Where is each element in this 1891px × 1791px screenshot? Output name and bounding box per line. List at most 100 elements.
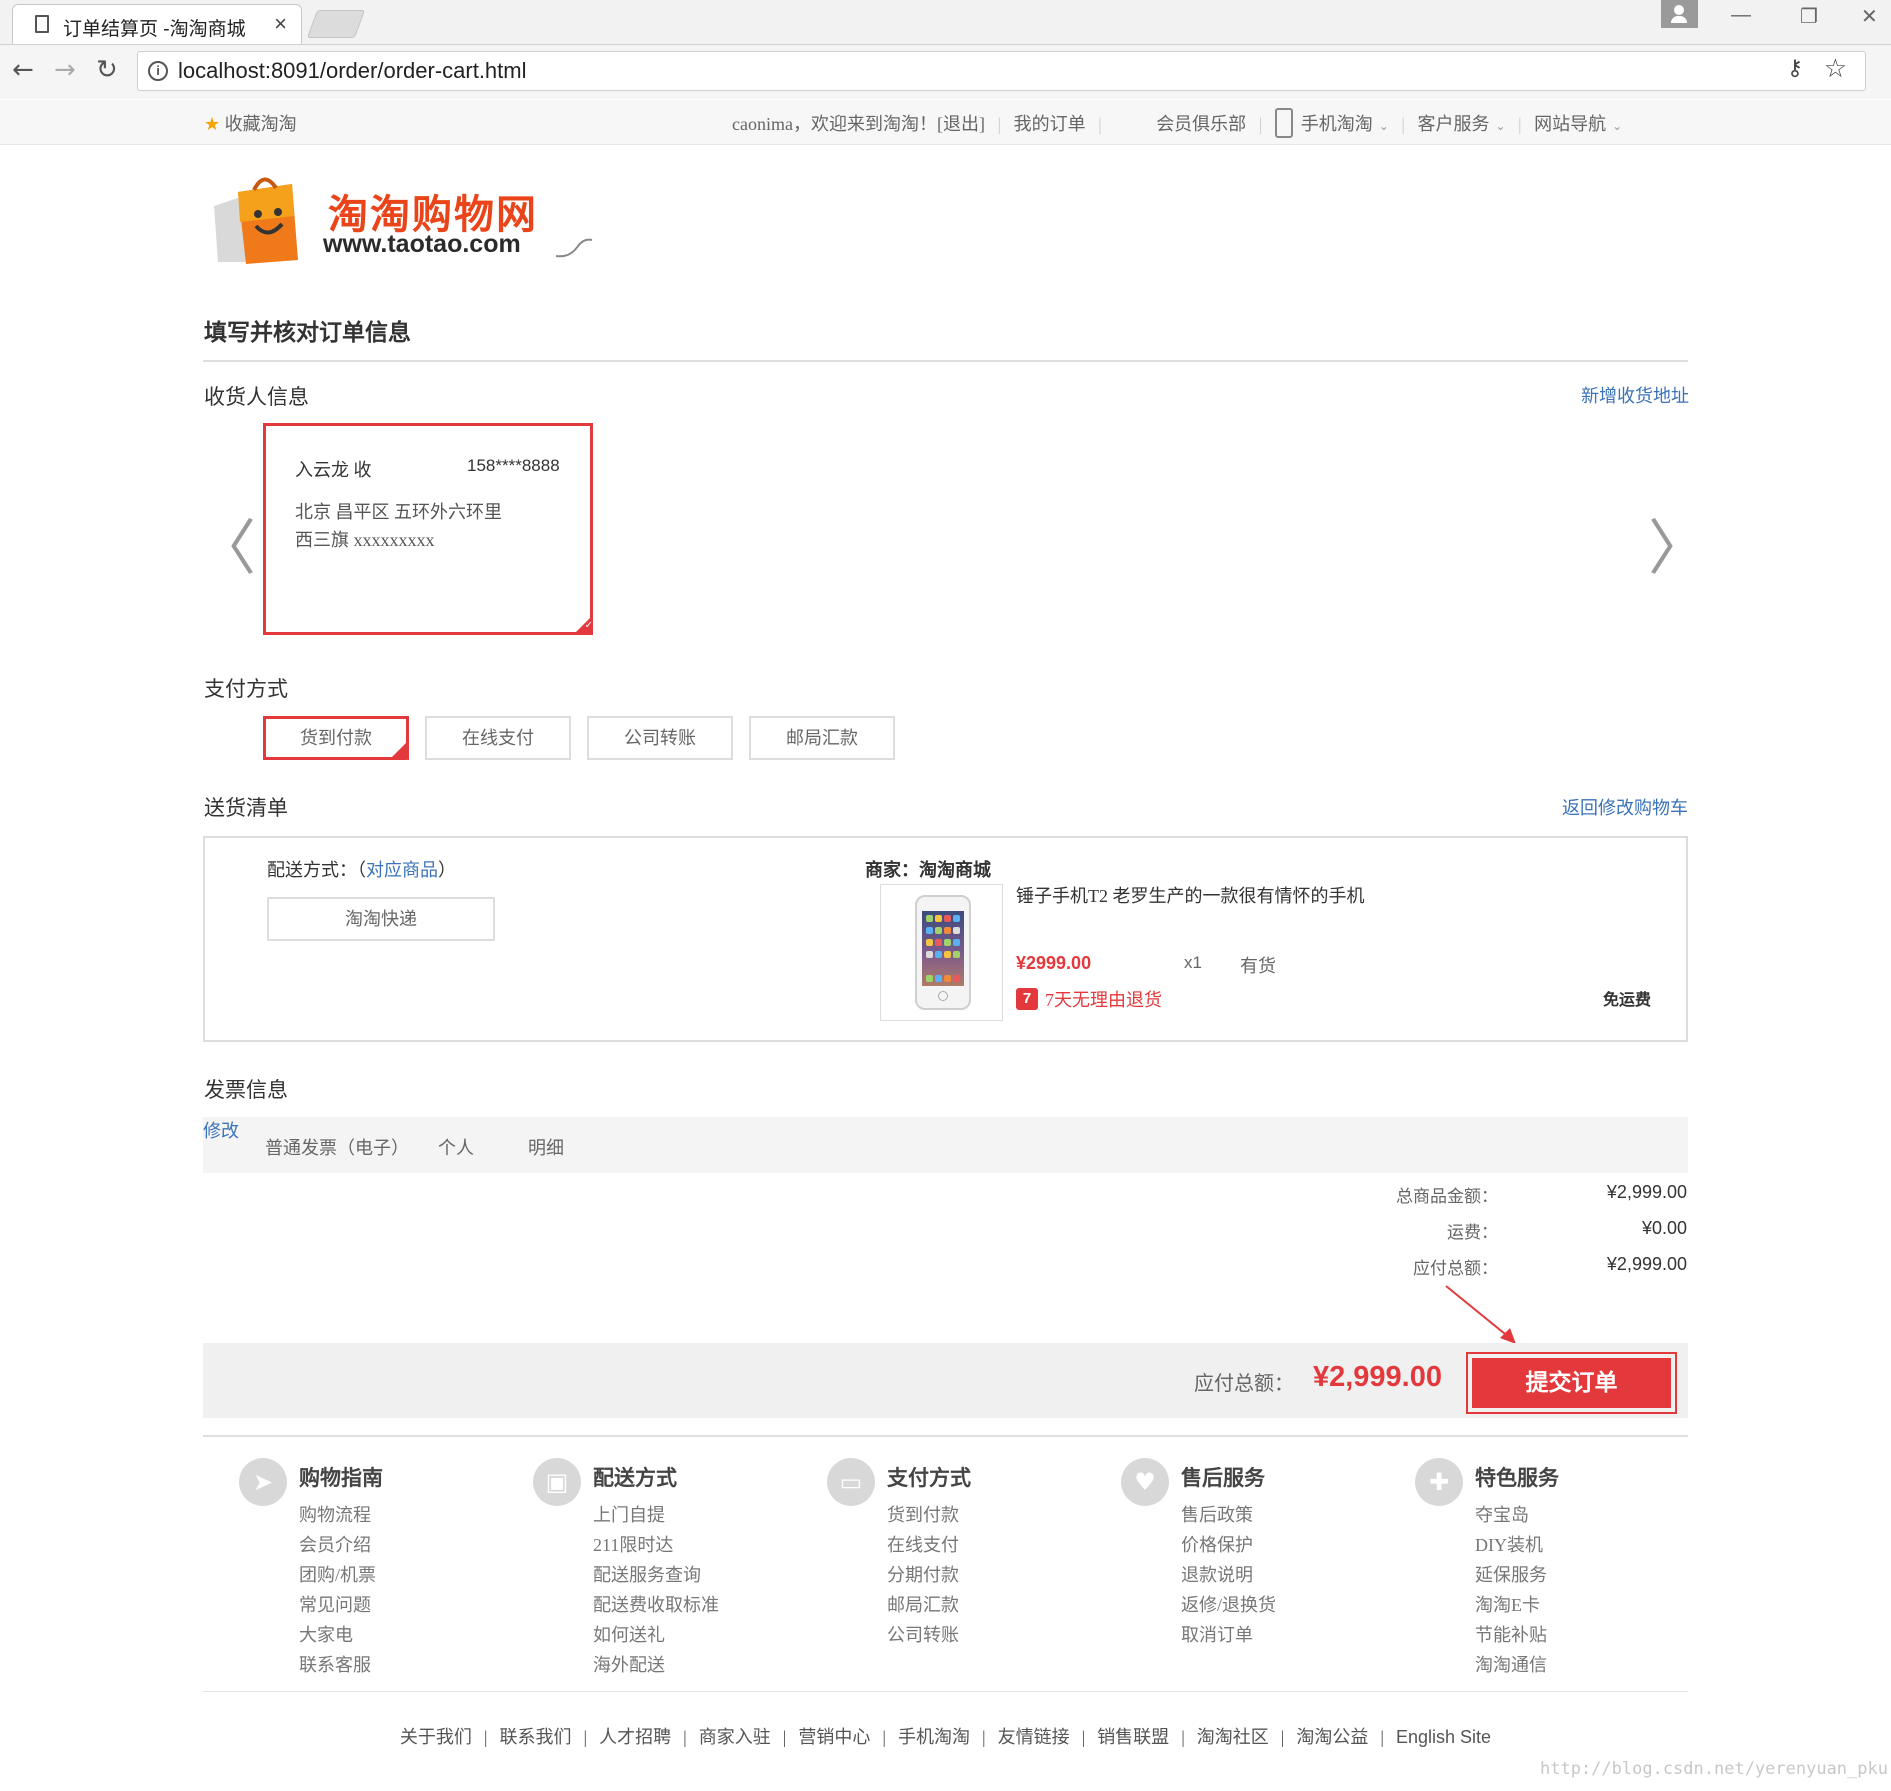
club-link[interactable]: 会员俱乐部: [1156, 114, 1246, 134]
payment-option-cod[interactable]: 货到付款: [263, 716, 409, 783]
footer-link[interactable]: 淘淘通信: [1475, 1650, 1547, 1680]
footer-link[interactable]: 在线支付: [887, 1530, 959, 1560]
footer-link[interactable]: 返修/退换货: [1181, 1590, 1276, 1620]
restore-icon[interactable]: ❐: [1800, 4, 1818, 29]
divider: [203, 1435, 1688, 1437]
footer-link[interactable]: 海外配送: [593, 1650, 719, 1680]
stock-status: 有货: [1240, 956, 1276, 976]
service-link[interactable]: 客户服务: [1417, 114, 1489, 134]
browser-chrome: 订单结算页 -淘淘商城 × — ❐ ✕ ← → ↻ i localhost:80…: [0, 0, 1891, 99]
footer-link[interactable]: 常见问题: [299, 1590, 376, 1620]
my-orders-link[interactable]: 我的订单: [1014, 114, 1086, 134]
key-icon[interactable]: ⚷: [1787, 56, 1803, 81]
footer-link-list: 上门自提 211限时达 配送服务查询 配送费收取标准 如何送礼 海外配送: [593, 1500, 719, 1680]
bottom-footer-link[interactable]: 商家入驻: [699, 1727, 771, 1747]
address-card-selected[interactable]: 入云龙 收 158****8888 北京 昌平区 五环外六环里 西三旗 xxxx…: [263, 423, 593, 635]
payment-option-postal[interactable]: 邮局汇款: [749, 716, 895, 760]
product-image[interactable]: [880, 884, 1003, 1021]
consignee-title: 收货人信息: [204, 385, 309, 409]
bottom-footer-link[interactable]: 销售联盟: [1097, 1727, 1169, 1747]
mobile-link[interactable]: 手机淘淘: [1301, 114, 1373, 134]
chevron-right-icon[interactable]: 〉: [1648, 500, 1708, 587]
url-input[interactable]: i localhost:8091/order/order-cart.html ⚷…: [137, 51, 1866, 91]
footer-link[interactable]: 取消订单: [1181, 1620, 1276, 1650]
footer-link[interactable]: 节能补贴: [1475, 1620, 1547, 1650]
info-icon[interactable]: i: [148, 61, 168, 81]
footer-link[interactable]: 淘淘E卡: [1475, 1590, 1547, 1620]
add-address-link[interactable]: 新增收货地址: [1581, 382, 1689, 408]
footer-link[interactable]: 联系客服: [299, 1650, 376, 1680]
footer-link[interactable]: 公司转账: [887, 1620, 959, 1650]
footer-link[interactable]: 夺宝岛: [1475, 1500, 1547, 1530]
reload-icon[interactable]: ↻: [96, 55, 118, 85]
footer-link[interactable]: 售后政策: [1181, 1500, 1276, 1530]
link-separator: |: [782, 1727, 787, 1747]
user-profile-icon[interactable]: [1661, 0, 1698, 28]
footer-link[interactable]: 货到付款: [887, 1500, 959, 1530]
payable-value: ¥2,999.00: [1606, 1254, 1687, 1274]
bottom-footer-link[interactable]: 联系我们: [500, 1727, 572, 1747]
chevron-left-icon[interactable]: 〈: [196, 500, 256, 587]
bottom-footer-link[interactable]: 友情链接: [998, 1727, 1070, 1747]
payment-option-transfer[interactable]: 公司转账: [587, 716, 733, 760]
footer-link[interactable]: 配送费收取标准: [593, 1590, 719, 1620]
footer-link[interactable]: 大家电: [299, 1620, 376, 1650]
bottom-footer-link[interactable]: English Site: [1396, 1727, 1491, 1747]
bottom-footer-link[interactable]: 淘淘公益: [1296, 1727, 1368, 1747]
footer-column-title: 售后服务: [1181, 1466, 1265, 1490]
watermark: http://blog.csdn.net/yerenyuan_pku: [1540, 1759, 1888, 1779]
bottom-footer-link[interactable]: 关于我们: [400, 1727, 472, 1747]
bookmark-star-icon[interactable]: ☆: [1824, 54, 1847, 84]
freight-label: 运费：: [1447, 1223, 1498, 1242]
browser-tab[interactable]: 订单结算页 -淘淘商城 ×: [12, 4, 302, 44]
heart-icon: ♥: [1121, 1458, 1169, 1506]
footer-link[interactable]: 退款说明: [1181, 1560, 1276, 1590]
footer-link[interactable]: 延保服务: [1475, 1560, 1547, 1590]
footer-link-list: 货到付款 在线支付 分期付款 邮局汇款 公司转账: [887, 1500, 959, 1650]
tab-close-icon[interactable]: ×: [274, 11, 287, 37]
product-name[interactable]: 锤子手机T2 老罗生产的一款很有情怀的手机: [1016, 882, 1365, 908]
freight-value: ¥0.00: [1641, 1218, 1687, 1238]
footer-link[interactable]: 购物流程: [299, 1500, 376, 1530]
payment-option-online[interactable]: 在线支付: [425, 716, 571, 760]
divider: [203, 360, 1688, 362]
matching-goods-link[interactable]: 对应商品: [366, 860, 438, 880]
invoice-title: 发票信息: [204, 1078, 288, 1102]
footer-link[interactable]: DIY装机: [1475, 1530, 1547, 1560]
link-separator: |: [882, 1727, 886, 1747]
tab-title: 订单结算页 -淘淘商城: [63, 19, 246, 40]
favorite-link[interactable]: ★ 收藏淘淘: [204, 110, 297, 136]
footer-link[interactable]: 团购/机票: [299, 1560, 376, 1590]
merchant-label: 商家：淘淘商城: [865, 860, 991, 880]
footer-link[interactable]: 如何送礼: [593, 1620, 719, 1650]
submit-order-button[interactable]: 提交订单: [1472, 1358, 1671, 1408]
back-to-cart-link[interactable]: 返回修改购物车: [1562, 794, 1688, 820]
consignee-phone: 158****8888: [467, 456, 560, 475]
window-close-icon[interactable]: ✕: [1861, 4, 1878, 29]
bottom-footer-link[interactable]: 人才招聘: [599, 1727, 671, 1747]
footer-link[interactable]: 211限时达: [593, 1530, 719, 1560]
footer-column-title: 支付方式: [887, 1466, 971, 1490]
new-tab-button[interactable]: [306, 10, 366, 38]
footer-link[interactable]: 邮局汇款: [887, 1590, 959, 1620]
minimize-icon[interactable]: —: [1731, 4, 1751, 27]
invoice-edit-link[interactable]: 修改: [203, 1121, 239, 1141]
back-icon[interactable]: ←: [12, 55, 34, 85]
forward-icon[interactable]: →: [54, 55, 76, 85]
express-option-button[interactable]: 淘淘快递: [267, 897, 495, 941]
footer-link[interactable]: 配送服务查询: [593, 1560, 719, 1590]
bottom-footer-link[interactable]: 手机淘淘: [898, 1727, 970, 1747]
site-nav-link[interactable]: 网站导航: [1534, 114, 1606, 134]
footer-link[interactable]: 价格保护: [1181, 1530, 1276, 1560]
welcome-text[interactable]: caonima，欢迎来到淘淘！[退出]: [732, 114, 985, 134]
footer-link[interactable]: 会员介绍: [299, 1530, 376, 1560]
link-separator: |: [1280, 1727, 1285, 1747]
submit-highlight: 提交订单: [1466, 1352, 1677, 1414]
footer-link[interactable]: 分期付款: [887, 1560, 959, 1590]
tab-strip: 订单结算页 -淘淘商城 × — ❐ ✕: [0, 0, 1891, 44]
footer-link[interactable]: 上门自提: [593, 1500, 719, 1530]
payment-title: 支付方式: [204, 677, 288, 701]
site-logo[interactable]: 淘淘购物网 www.taotao.com: [210, 172, 593, 272]
bottom-footer-link[interactable]: 淘淘社区: [1197, 1727, 1269, 1747]
bottom-footer-link[interactable]: 营销中心: [798, 1727, 870, 1747]
